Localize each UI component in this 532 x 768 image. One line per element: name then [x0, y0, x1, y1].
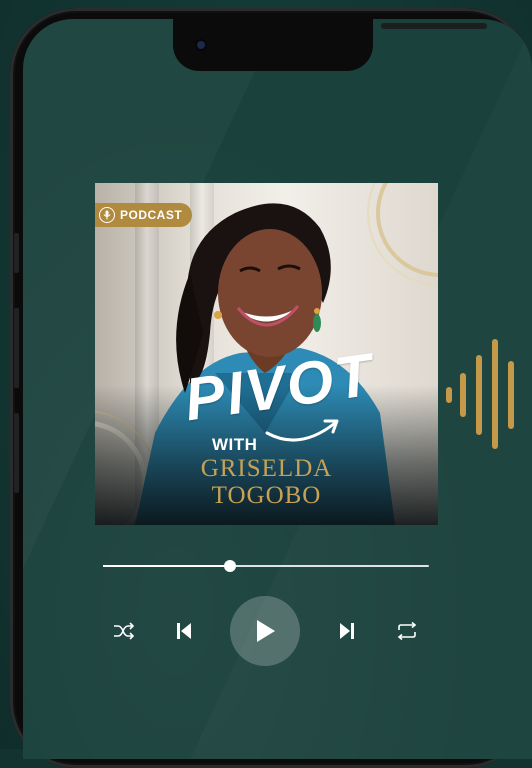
earpiece-speaker [381, 23, 487, 29]
podcast-cover-art: PODCAST PIVOT WITH GRISELDA TOGOBO [95, 183, 438, 525]
volume-down-button [14, 413, 19, 493]
playback-progress-slider[interactable] [103, 560, 429, 572]
volume-up-button [14, 308, 19, 388]
previous-button[interactable] [172, 619, 196, 643]
notch [173, 19, 487, 71]
audio-waveform-icon [446, 339, 514, 449]
host-last-name: TOGOBO [211, 482, 322, 509]
progress-fill [103, 565, 231, 567]
host-first-name: GRISELDA [200, 455, 333, 482]
title-with-label: WITH [212, 435, 258, 454]
previous-icon [177, 623, 191, 639]
play-button[interactable] [230, 596, 300, 666]
next-button[interactable] [335, 619, 359, 643]
mute-switch [14, 233, 19, 273]
shuffle-button[interactable] [111, 619, 137, 643]
play-icon [257, 620, 275, 642]
repeat-button[interactable] [394, 619, 420, 643]
repeat-icon [397, 622, 417, 640]
shuffle-icon [114, 622, 135, 640]
next-icon [340, 623, 354, 639]
front-camera [197, 41, 205, 49]
